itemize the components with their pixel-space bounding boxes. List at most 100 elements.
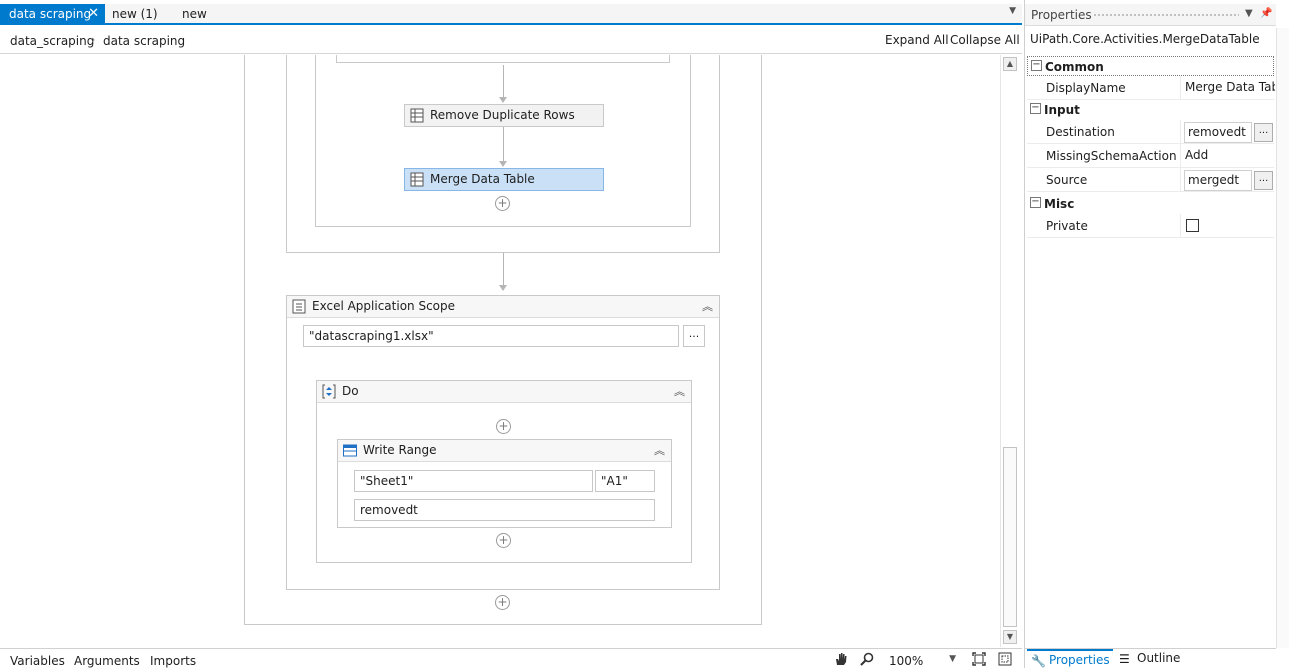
property-row-source[interactable]: Source mergedt ...	[1027, 168, 1274, 192]
property-value-cell[interactable]: mergedt ...	[1180, 168, 1274, 192]
imports-tab[interactable]: Imports	[150, 654, 196, 668]
source-input[interactable]: mergedt	[1184, 170, 1252, 191]
properties-scrollbar[interactable]	[1276, 28, 1289, 648]
breadcrumb: data_scraping › data scraping Expand All…	[0, 28, 1022, 54]
wrench-icon: 🔧	[1031, 654, 1046, 668]
category-input[interactable]: − Input	[1027, 100, 1274, 120]
property-value-cell[interactable]: Merge Data Table	[1180, 76, 1275, 100]
variables-tab[interactable]: Variables	[10, 654, 65, 668]
tab-new-1[interactable]: new (1)	[103, 4, 173, 25]
add-activity-icon[interactable]: +	[495, 595, 510, 610]
properties-titlebar: Properties ▼ 📌	[1025, 4, 1276, 26]
source-expression-button[interactable]: ...	[1254, 171, 1273, 190]
category-label: Common	[1045, 60, 1104, 74]
sequence-icon	[322, 384, 336, 399]
chevron-down-icon: ▼	[949, 654, 956, 664]
workbook-path-field[interactable]: "datascraping1.xlsx"	[303, 325, 679, 347]
property-value-cell[interactable]	[1180, 214, 1274, 238]
expand-all-button[interactable]: Expand All	[885, 33, 949, 47]
write-range-activity[interactable]: Write Range ︽ "Sheet1" "A1" removedt	[337, 439, 672, 528]
activity-label: Merge Data Table	[430, 172, 535, 186]
collapse-toggle-icon[interactable]: −	[1030, 103, 1041, 114]
do-sequence[interactable]: Do ︽ + Write Range ︽ "Sheet1" "A1" remov…	[316, 380, 692, 563]
write-range-header[interactable]: Write Range ︽	[338, 440, 671, 462]
property-name: Source	[1046, 173, 1088, 187]
arrow-icon	[499, 97, 507, 103]
scope-title: Excel Application Scope	[312, 299, 456, 313]
pin-icon[interactable]: 📌	[1260, 8, 1272, 19]
scope-header[interactable]: Excel Application Scope ︽	[287, 296, 719, 318]
chevron-right-icon: ›	[91, 33, 96, 46]
property-name: DisplayName	[1046, 81, 1126, 95]
remove-duplicate-rows-activity[interactable]: Remove Duplicate Rows	[404, 104, 604, 127]
category-common[interactable]: − Common	[1027, 56, 1274, 76]
private-checkbox[interactable]	[1186, 219, 1199, 232]
property-row-private[interactable]: Private	[1027, 214, 1274, 238]
breadcrumb-item[interactable]: data_scraping	[10, 34, 94, 48]
property-value-cell[interactable]: Add	[1180, 144, 1274, 168]
document-tab-bar: data scraping ✕ new (1) new ▼	[0, 4, 1022, 25]
add-activity-icon[interactable]: +	[496, 419, 511, 434]
tab-label: new	[182, 7, 207, 21]
excel-application-scope[interactable]: Excel Application Scope ︽ "datascraping1…	[286, 295, 720, 590]
tab-label: Properties	[1049, 653, 1110, 667]
scrollbar-thumb[interactable]	[1003, 447, 1017, 627]
do-header[interactable]: Do ︽	[317, 381, 691, 403]
datatable-icon	[410, 172, 424, 187]
add-activity-icon[interactable]: +	[496, 533, 511, 548]
add-activity-icon[interactable]: +	[495, 196, 510, 211]
destination-input[interactable]: removedt	[1184, 122, 1252, 143]
search-icon[interactable]	[860, 652, 874, 666]
datatable-field[interactable]: removedt	[354, 499, 655, 521]
tab-label: data scraping	[9, 7, 92, 21]
tab-label: new (1)	[112, 7, 158, 21]
collapse-icon[interactable]: ︽	[674, 381, 685, 402]
activity-stub	[336, 55, 670, 63]
arguments-tab[interactable]: Arguments	[74, 654, 140, 668]
browse-button[interactable]: ...	[683, 325, 705, 347]
category-misc[interactable]: − Misc	[1027, 194, 1274, 214]
displayname-value[interactable]: Merge Data Table	[1185, 80, 1275, 94]
hand-pan-icon[interactable]	[834, 652, 848, 666]
merge-data-table-activity[interactable]: Merge Data Table	[404, 168, 604, 191]
tab-data-scraping[interactable]: data scraping ✕	[0, 4, 105, 25]
drag-grip[interactable]	[1093, 13, 1239, 18]
fit-to-screen-icon[interactable]	[972, 652, 986, 666]
overview-icon[interactable]	[998, 652, 1012, 666]
chevron-down-icon[interactable]: ▼	[1009, 6, 1016, 16]
tab-properties[interactable]: 🔧 Properties	[1027, 649, 1113, 668]
collapse-icon[interactable]: ︽	[654, 440, 665, 461]
property-row-missingschemaaction[interactable]: MissingSchemaAction Add	[1027, 144, 1274, 168]
property-name: Destination	[1046, 125, 1115, 139]
collapse-all-button[interactable]: Collapse All	[950, 33, 1020, 47]
excel-scope-icon	[292, 299, 306, 314]
destination-expression-button[interactable]: ...	[1254, 123, 1273, 142]
write-range-icon	[343, 444, 357, 457]
vertical-scrollbar[interactable]: ▲ ▼	[1000, 55, 1018, 647]
property-row-destination[interactable]: Destination removedt ...	[1027, 120, 1274, 144]
sheet-name-field[interactable]: "Sheet1"	[354, 470, 593, 492]
property-value-cell[interactable]: removedt ...	[1180, 120, 1274, 144]
missingschemaaction-value[interactable]: Add	[1185, 148, 1275, 162]
collapse-toggle-icon[interactable]: −	[1031, 60, 1042, 71]
property-row-displayname[interactable]: DisplayName Merge Data Table	[1027, 76, 1275, 100]
property-grid: − Common DisplayName Merge Data Table − …	[1027, 56, 1275, 238]
collapse-icon[interactable]: ︽	[702, 296, 713, 317]
chevron-down-icon[interactable]: ▼	[1245, 8, 1253, 19]
scroll-down-icon[interactable]: ▼	[1003, 630, 1017, 644]
connector-line	[503, 65, 504, 99]
property-name: Private	[1046, 219, 1088, 233]
activity-label: Remove Duplicate Rows	[430, 108, 575, 122]
close-icon[interactable]: ✕	[88, 4, 99, 24]
panel-title: Properties	[1031, 8, 1092, 22]
workflow-designer: data scraping ✕ new (1) new ▼ data_scrap…	[0, 0, 1022, 668]
start-cell-field[interactable]: "A1"	[595, 470, 655, 492]
tab-outline[interactable]: ☰ Outline	[1115, 649, 1191, 668]
arrow-icon	[499, 161, 507, 167]
breadcrumb-item[interactable]: data scraping	[103, 34, 185, 48]
designer-canvas: Remove Duplicate Rows Merge Data Table +	[0, 55, 1000, 647]
scroll-up-icon[interactable]: ▲	[1003, 57, 1017, 71]
zoom-select[interactable]: 100% ▼	[886, 652, 960, 668]
collapse-toggle-icon[interactable]: −	[1030, 197, 1041, 208]
tab-new[interactable]: new	[173, 4, 233, 25]
